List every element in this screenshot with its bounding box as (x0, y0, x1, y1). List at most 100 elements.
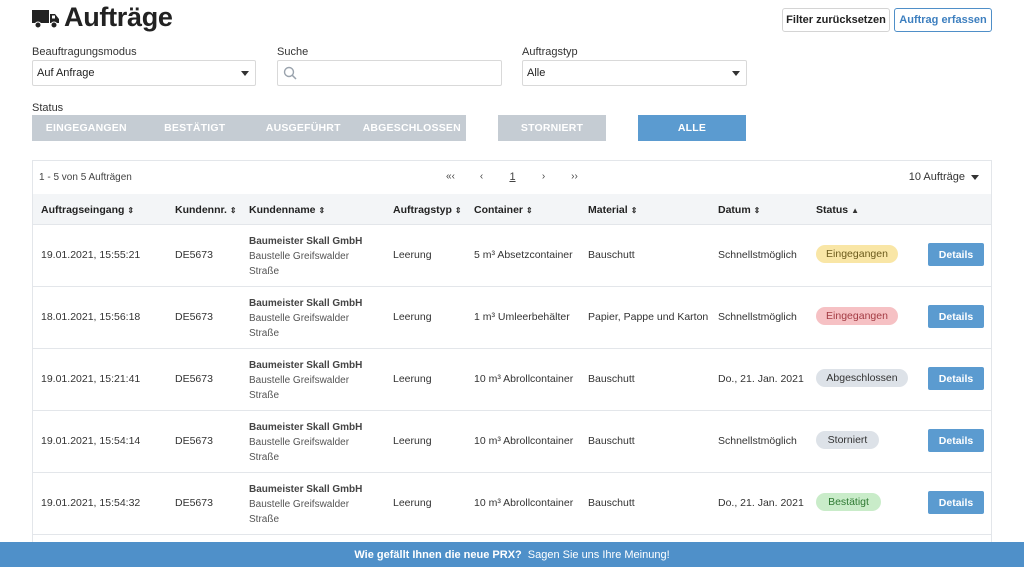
status-label: Status (32, 102, 64, 114)
details-button[interactable]: Details (928, 429, 984, 452)
cell-eingang: 19.01.2021, 15:21:41 (41, 373, 141, 385)
sort-icon: ⇕ (526, 206, 533, 215)
status-bestaetigt-button[interactable]: BESTÄTIGT (141, 115, 250, 141)
details-button[interactable]: Details (928, 243, 984, 266)
mode-label: Beauftragungsmodus (32, 46, 137, 58)
search-input[interactable] (277, 60, 502, 86)
cell-kunde: Baumeister Skall GmbH Baustelle Greifswa… (249, 360, 363, 401)
chevron-down-icon (732, 71, 740, 76)
next-page-button[interactable]: › (528, 171, 559, 183)
column-header-auftragstyp[interactable]: Auftragstyp ⇕ (393, 204, 462, 216)
current-page[interactable]: 1 (497, 171, 528, 183)
first-page-button[interactable]: «‹ (435, 171, 466, 183)
status-badge: Bestätigt (816, 493, 881, 511)
per-page-value: 10 Aufträge (908, 171, 965, 183)
column-header-eingang[interactable]: Auftragseingang ⇕ (41, 204, 134, 216)
sort-icon: ⇕ (229, 206, 237, 215)
details-button[interactable]: Details (928, 305, 984, 328)
cell-kunde: Baumeister Skall GmbH Baustelle Greifswa… (249, 298, 363, 339)
cell-datum: Schnellstmöglich (718, 311, 797, 323)
cell-kundennr: DE5673 (175, 249, 213, 261)
cell-container: 1 m³ Umleerbehälter (474, 311, 570, 323)
cell-kundennr: DE5673 (175, 311, 213, 323)
cell-material: Bauschutt (588, 249, 635, 261)
pagination: «‹ ‹ 1 › ›› (435, 171, 590, 183)
type-select[interactable]: Alle (522, 60, 747, 86)
status-storniert-button[interactable]: STORNIERT (498, 115, 606, 141)
cell-datum: Schnellstmöglich (718, 249, 797, 261)
cell-typ: Leerung (393, 435, 432, 447)
cell-kunde: Baumeister Skall GmbH Baustelle Greifswa… (249, 236, 363, 277)
table-row: 18.01.2021, 15:56:18 DE5673 Baumeister S… (33, 287, 991, 349)
cell-eingang: 19.01.2021, 15:54:32 (41, 497, 141, 509)
feedback-question: Wie gefällt Ihnen die neue PRX? (354, 548, 522, 561)
prev-page-button[interactable]: ‹ (466, 171, 497, 183)
cell-kundennr: DE5673 (175, 435, 213, 447)
column-header-status[interactable]: Status ▲ (816, 204, 859, 216)
cell-typ: Leerung (393, 311, 432, 323)
status-filter-group: EINGEGANGEN BESTÄTIGT AUSGEFÜHRT ABGESCH… (32, 115, 466, 141)
status-badge: Storniert (816, 431, 879, 449)
sort-asc-icon: ▲ (851, 206, 860, 215)
column-header-kundenname[interactable]: Kundenname ⇕ (249, 204, 325, 216)
reset-filter-button[interactable]: Filter zurücksetzen (782, 8, 890, 32)
details-button[interactable]: Details (928, 367, 984, 390)
create-order-button[interactable]: Auftrag erfassen (894, 8, 992, 32)
mode-select[interactable]: Auf Anfrage (32, 60, 256, 86)
table-row: 19.01.2021, 15:21:41 DE5673 Baumeister S… (33, 349, 991, 411)
orders-table: 1 - 5 von 5 Aufträgen «‹ ‹ 1 › ›› 10 Auf… (32, 160, 992, 560)
title-wrap: Aufträge (32, 2, 173, 33)
table-row: 19.01.2021, 15:54:32 DE5673 Baumeister S… (33, 473, 991, 535)
search-icon (283, 66, 297, 80)
cell-typ: Leerung (393, 373, 432, 385)
cell-eingang: 18.01.2021, 15:56:18 (41, 311, 141, 323)
cell-typ: Leerung (393, 497, 432, 509)
cell-container: 10 m³ Abrollcontainer (474, 373, 574, 385)
sort-icon: ⇕ (630, 206, 638, 215)
sort-icon: ⇕ (753, 206, 761, 215)
cell-container: 10 m³ Abrollcontainer (474, 497, 574, 509)
status-badge: Abgeschlossen (816, 369, 908, 387)
last-page-button[interactable]: ›› (559, 171, 590, 183)
status-badge: Eingegangen (816, 245, 898, 263)
cell-container: 10 m³ Abrollcontainer (474, 435, 574, 447)
status-eingegangen-button[interactable]: EINGEGANGEN (32, 115, 141, 141)
cell-datum: Schnellstmöglich (718, 435, 797, 447)
cell-eingang: 19.01.2021, 15:55:21 (41, 249, 141, 261)
sort-icon: ⇕ (454, 206, 462, 215)
cell-kundennr: DE5673 (175, 497, 213, 509)
search-label: Suche (277, 46, 309, 58)
cell-datum: Do., 21. Jan. 2021 (718, 373, 804, 385)
cell-typ: Leerung (393, 249, 432, 261)
page-title: Aufträge (64, 2, 173, 32)
cell-kunde: Baumeister Skall GmbH Baustelle Greifswa… (249, 422, 363, 463)
details-button[interactable]: Details (928, 491, 984, 514)
per-page-select[interactable]: 10 Aufträge (909, 171, 979, 183)
table-row: 19.01.2021, 15:54:14 DE5673 Baumeister S… (33, 411, 991, 473)
feedback-bar: Wie gefällt Ihnen die neue PRX? Sagen Si… (0, 542, 1024, 567)
truck-icon (32, 9, 59, 28)
status-abgeschlossen-button[interactable]: ABGESCHLOSSEN (358, 115, 467, 141)
type-value: Alle (527, 67, 546, 79)
column-header-kundennr[interactable]: Kundennr. ⇕ (175, 204, 237, 216)
status-alle-button[interactable]: ALLE (638, 115, 746, 141)
cell-datum: Do., 21. Jan. 2021 (718, 497, 804, 509)
cell-container: 5 m³ Absetzcontainer (474, 249, 573, 261)
sort-icon: ⇕ (127, 206, 135, 215)
cell-material: Bauschutt (588, 435, 635, 447)
pagination-bar: 1 - 5 von 5 Aufträgen «‹ ‹ 1 › ›› 10 Auf… (33, 161, 991, 194)
feedback-link[interactable]: Sagen Sie uns Ihre Meinung! (528, 549, 670, 561)
type-label: Auftragstyp (522, 46, 578, 58)
status-ausgefuehrt-button[interactable]: AUSGEFÜHRT (249, 115, 358, 141)
page-header: Aufträge Filter zurücksetzen Auftrag erf… (32, 2, 992, 36)
column-header-material[interactable]: Material ⇕ (588, 204, 637, 216)
mode-value: Auf Anfrage (37, 67, 95, 79)
cell-material: Papier, Pappe und Karton (588, 311, 709, 323)
cell-material: Bauschutt (588, 497, 635, 509)
column-header-datum[interactable]: Datum ⇕ (718, 204, 760, 216)
cell-kundennr: DE5673 (175, 373, 213, 385)
cell-eingang: 19.01.2021, 15:54:14 (41, 435, 141, 447)
chevron-down-icon (971, 174, 979, 180)
status-badge: Eingegangen (816, 307, 898, 325)
column-header-container[interactable]: Container ⇕ (474, 204, 533, 216)
